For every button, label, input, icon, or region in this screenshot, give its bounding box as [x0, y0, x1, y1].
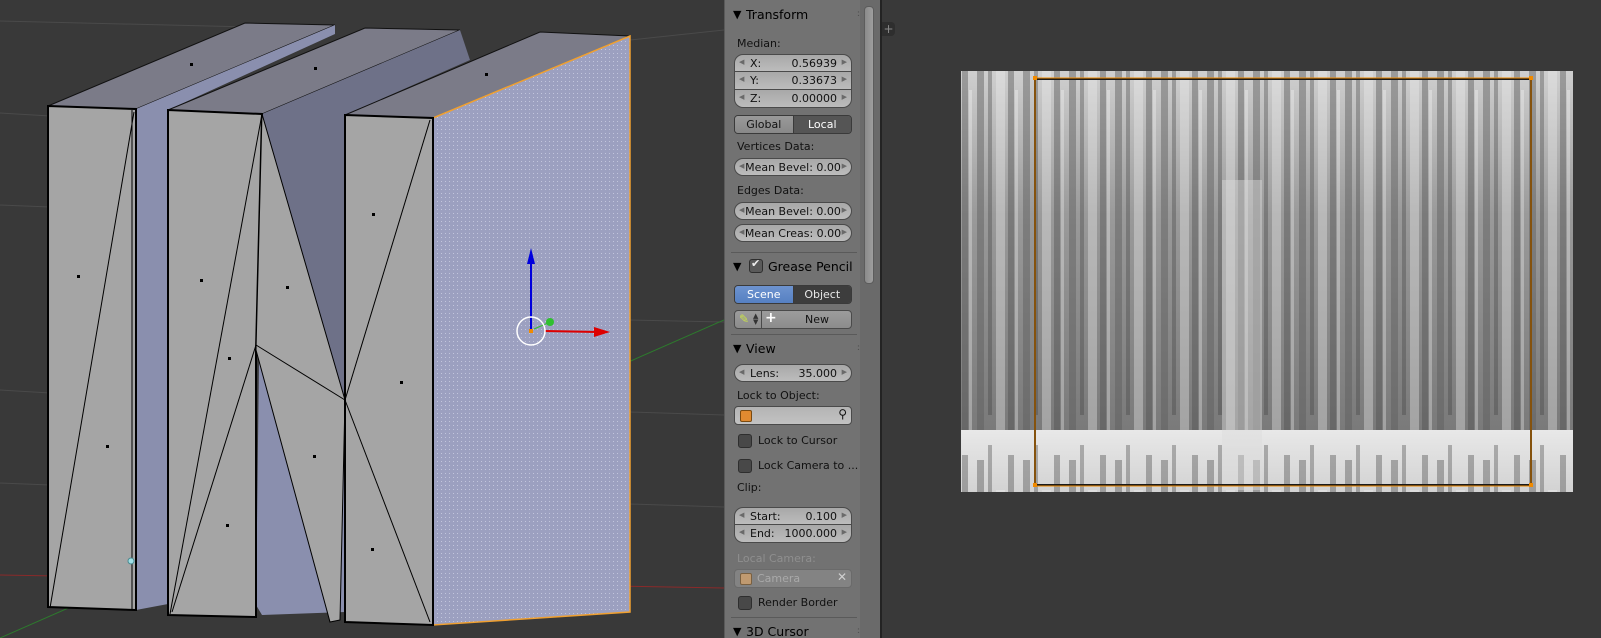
median-x-field[interactable]: ◀ X: 0.56939 ▶ [734, 54, 852, 72]
browse-arrows-icon[interactable]: ▲ ▼ [753, 313, 758, 326]
viewport-canvas[interactable] [0, 0, 724, 638]
edge-mean-bevel-text: Mean Bevel: 0.00 [745, 205, 841, 218]
global-button[interactable]: Global [735, 116, 794, 133]
lens-field[interactable]: ◀ Lens: 35.000 ▶ [734, 364, 852, 382]
panel-separator [731, 617, 857, 618]
increment-arrow-icon[interactable]: ▶ [842, 511, 847, 519]
lens-value: 35.000 [798, 367, 838, 380]
increment-arrow-icon[interactable]: ▶ [842, 368, 847, 376]
scene-button[interactable]: Scene [735, 286, 794, 303]
object-origin-icon [529, 329, 533, 333]
y-label: Y: [750, 74, 759, 87]
clip-end-value: 1000.000 [784, 527, 838, 540]
decrement-arrow-icon[interactable]: ◀ [739, 93, 744, 101]
render-border-label: Render Border [758, 596, 838, 609]
3d-cursor-panel-header[interactable]: ▼ 3D Cursor :::: [725, 621, 866, 638]
new-grease-pencil-button[interactable]: New [805, 313, 829, 326]
object-button[interactable]: Object [793, 286, 851, 303]
mesh-panel-right-selected[interactable] [344, 31, 631, 627]
local-button[interactable]: Local [793, 116, 851, 133]
collapse-triangle-icon[interactable]: ▼ [733, 8, 741, 21]
lock-to-object-field[interactable]: ⚲ [734, 406, 852, 425]
collapse-triangle-icon[interactable]: ▼ [733, 625, 741, 638]
y-axis-handle-icon [546, 318, 554, 326]
transform-panel-header[interactable]: ▼ Transform :::: [725, 4, 866, 26]
grease-pencil-title: Grease Pencil [768, 259, 853, 274]
render-border-checkbox[interactable] [738, 596, 752, 610]
panel-separator [731, 252, 857, 253]
clip-end-field[interactable]: ◀ End: 1000.000 ▶ [734, 525, 852, 543]
z-label: Z: [750, 92, 762, 105]
local-camera-value: Camera [757, 572, 801, 585]
median-label: Median: [737, 37, 781, 50]
grease-pencil-panel-header[interactable]: ▼ ✔ Grease Pencil [725, 256, 865, 278]
vertex-mean-bevel-field[interactable]: ◀ Mean Bevel: 0.00 ▶ [734, 158, 852, 176]
vertex-highlight [127, 557, 135, 565]
collapse-triangle-icon[interactable]: ▼ [733, 342, 741, 355]
x-value: 0.56939 [791, 57, 838, 70]
lock-camera-label: Lock Camera to ... [758, 459, 859, 472]
uv-image-editor[interactable]: + [882, 0, 1601, 638]
checkmark-icon: ✔ [751, 257, 761, 270]
edge-mean-bevel-field[interactable]: ◀ Mean Bevel: 0.00 ▶ [734, 202, 852, 220]
coordinate-space-toggle: Global Local [734, 115, 852, 134]
lock-camera-checkbox[interactable] [738, 459, 752, 473]
median-z-field[interactable]: ◀ Z: 0.00000 ▶ [734, 90, 852, 108]
grease-pencil-datablock: ✎ ▲ ▼ + New [734, 310, 852, 329]
median-y-field[interactable]: ◀ Y: 0.33673 ▶ [734, 72, 852, 90]
local-camera-label: Local Camera: [737, 552, 816, 565]
y-value: 0.33673 [791, 74, 838, 87]
3d-viewport[interactable] [0, 0, 724, 638]
increment-arrow-icon[interactable]: ▶ [842, 228, 847, 236]
grease-pencil-source-toggle: Scene Object [734, 285, 852, 304]
clip-start-label: Start: [750, 510, 781, 523]
clip-end-label: End: [750, 527, 775, 540]
pencil-icon[interactable]: ✎ [739, 312, 749, 326]
edges-data-label: Edges Data: [737, 184, 804, 197]
vertices-data-label: Vertices Data: [737, 140, 815, 153]
increment-arrow-icon[interactable]: ▶ [842, 528, 847, 536]
decrement-arrow-icon[interactable]: ◀ [739, 58, 744, 66]
decrement-arrow-icon[interactable]: ◀ [739, 511, 744, 519]
clip-label: Clip: [737, 481, 762, 494]
properties-sidebar: ▼ Transform :::: Median: ◀ X: 0.56939 ▶ … [724, 0, 881, 638]
clip-start-value: 0.100 [805, 510, 838, 523]
lock-to-cursor-label: Lock to Cursor [758, 434, 838, 447]
clip-start-field[interactable]: ◀ Start: 0.100 ▶ [734, 507, 852, 525]
decrement-arrow-icon[interactable]: ◀ [739, 528, 744, 536]
increment-arrow-icon[interactable]: ▶ [842, 58, 847, 66]
edge-mean-crease-field[interactable]: ◀ Mean Creas: 0.00 ▶ [734, 224, 852, 242]
transform-title: Transform [746, 7, 809, 22]
increment-arrow-icon[interactable]: ▶ [842, 93, 847, 101]
datablock-divider [761, 311, 762, 328]
lock-to-cursor-checkbox[interactable] [738, 434, 752, 448]
edge-mean-crease-text: Mean Creas: 0.00 [744, 227, 842, 240]
object-cube-icon [740, 410, 752, 422]
lens-label: Lens: [750, 367, 780, 380]
sidebar-scrollbar[interactable] [864, 6, 874, 284]
increment-arrow-icon[interactable]: ▶ [842, 206, 847, 214]
clear-icon[interactable]: ✕ [837, 570, 847, 584]
z-value: 0.00000 [791, 92, 838, 105]
increment-arrow-icon[interactable]: ▶ [842, 162, 847, 170]
texture-image [961, 71, 1573, 492]
grease-pencil-enable-checkbox[interactable]: ✔ [749, 257, 763, 273]
add-icon[interactable]: + [765, 310, 777, 326]
panel-separator [731, 334, 857, 335]
decrement-arrow-icon[interactable]: ◀ [739, 75, 744, 83]
vertex-mean-bevel-text: Mean Bevel: 0.00 [745, 161, 841, 174]
3d-cursor-title: 3D Cursor [746, 624, 809, 638]
increment-arrow-icon[interactable]: ▶ [842, 75, 847, 83]
view-title: View [746, 341, 776, 356]
texture-light-stripe [1222, 180, 1262, 490]
x-label: X: [750, 57, 762, 70]
view-panel-header[interactable]: ▼ View :::: [725, 338, 866, 360]
image-canvas[interactable] [882, 0, 1601, 638]
camera-object-icon [740, 573, 752, 585]
lock-to-object-label: Lock to Object: [737, 389, 820, 402]
collapse-triangle-icon[interactable]: ▼ [733, 260, 741, 273]
local-camera-field[interactable]: Camera ✕ [734, 569, 852, 588]
decrement-arrow-icon[interactable]: ◀ [739, 368, 744, 376]
eyedropper-icon[interactable]: ⚲ [838, 407, 847, 421]
